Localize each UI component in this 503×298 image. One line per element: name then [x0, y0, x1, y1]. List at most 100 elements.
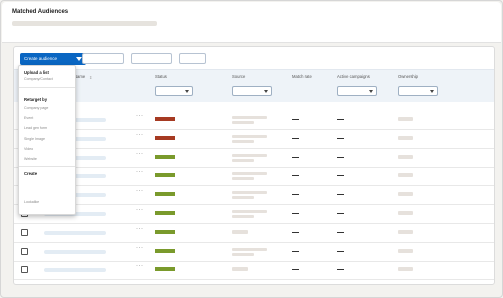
ownership-placeholder: [398, 192, 413, 197]
more-horizontal-icon[interactable]: ···: [136, 226, 144, 232]
ownership-placeholder: [398, 135, 413, 140]
audience-name-placeholder[interactable]: [44, 249, 106, 254]
menu-item-lead-gen-form[interactable]: Lead gen form: [24, 126, 47, 130]
chevron-down-icon: [264, 90, 268, 93]
source-filter-select[interactable]: [232, 86, 272, 96]
row-checkbox[interactable]: [21, 266, 28, 274]
source-placeholder: [232, 215, 254, 218]
sort-icon[interactable]: ⇕: [89, 75, 92, 80]
table-row[interactable]: ···: [14, 224, 494, 243]
table-row[interactable]: ···: [14, 149, 494, 168]
menu-item-video[interactable]: Video: [24, 147, 33, 151]
more-horizontal-icon[interactable]: ···: [136, 188, 144, 194]
match-rate-value: [292, 137, 299, 139]
table-row[interactable]: ···: [14, 205, 494, 224]
source-placeholder: [232, 139, 254, 143]
chevron-down-icon: [185, 90, 189, 93]
source-placeholder: [232, 267, 248, 272]
filter-field-2[interactable]: [179, 53, 206, 64]
ownership-placeholder: [398, 267, 413, 272]
table-header: Name ⇕ Status Source Match rate Active c…: [14, 69, 494, 102]
source-placeholder: [232, 134, 267, 138]
menu-item-company-page[interactable]: Company page: [24, 106, 48, 110]
status-indicator: [155, 192, 175, 197]
match-rate-value: [292, 175, 299, 177]
ownership-placeholder: [398, 211, 413, 215]
more-horizontal-icon[interactable]: ···: [136, 151, 144, 157]
source-placeholder: [232, 191, 267, 195]
match-rate-value: [292, 213, 299, 214]
more-horizontal-icon[interactable]: ···: [136, 169, 144, 175]
menu-item-lookalike[interactable]: Lookalike: [24, 200, 39, 204]
source-placeholder: [232, 196, 254, 200]
create-audience-label: Create audience: [24, 56, 58, 61]
ownership-placeholder: [398, 154, 413, 159]
app-frame: Matched Audiences Create audience Name ⇕…: [0, 0, 503, 298]
menu-heading-retarget: Retarget by: [24, 97, 48, 102]
create-audience-button[interactable]: Create audience: [20, 53, 86, 65]
source-placeholder: [232, 210, 267, 213]
table-row[interactable]: ···: [14, 167, 494, 187]
column-header-match-rate[interactable]: Match rate: [292, 74, 312, 79]
create-audience-dropdown: Upload a list Company/Contact Retarget b…: [18, 65, 76, 215]
ownership-placeholder: [398, 248, 413, 253]
status-indicator: [155, 211, 175, 215]
row-checkbox[interactable]: [21, 228, 28, 236]
menu-item-website[interactable]: Website: [24, 157, 37, 161]
match-rate-value: [292, 156, 299, 158]
source-placeholder: [232, 121, 254, 124]
row-checkbox[interactable]: [21, 247, 28, 255]
table-row[interactable]: ···: [14, 111, 494, 130]
column-header-source[interactable]: Source: [232, 74, 245, 79]
column-header-ownership[interactable]: Ownership: [398, 74, 418, 79]
active-campaigns-value: [337, 175, 344, 177]
source-placeholder: [232, 229, 248, 234]
source-placeholder: [232, 158, 254, 162]
source-placeholder: [232, 252, 254, 256]
source-placeholder: [232, 177, 254, 181]
campaigns-filter-select[interactable]: [337, 86, 377, 96]
status-indicator: [155, 248, 175, 253]
source-placeholder: [232, 116, 267, 119]
menu-item-event[interactable]: Event: [24, 116, 33, 120]
status-indicator: [155, 267, 175, 272]
active-campaigns-value: [337, 231, 344, 233]
more-horizontal-icon[interactable]: ···: [136, 113, 144, 119]
menu-divider: [19, 166, 75, 167]
audience-name-placeholder[interactable]: [44, 268, 106, 273]
filter-field-1[interactable]: [131, 53, 172, 64]
ownership-placeholder: [398, 229, 413, 234]
table-row[interactable]: ···: [14, 243, 494, 262]
status-filter-select[interactable]: [155, 86, 193, 96]
match-rate-value: [292, 269, 299, 271]
status-indicator: [155, 154, 175, 159]
page-subtitle-placeholder: [12, 21, 157, 26]
page-title: Matched Audiences: [12, 9, 69, 15]
source-placeholder: [232, 172, 267, 176]
active-campaigns-value: [337, 269, 344, 271]
table-row[interactable]: ···: [14, 261, 494, 281]
match-rate-value: [292, 231, 299, 233]
search-input[interactable]: [82, 53, 124, 64]
active-campaigns-value: [337, 194, 344, 196]
column-header-status[interactable]: Status: [155, 74, 167, 79]
more-horizontal-icon[interactable]: ···: [136, 245, 144, 251]
status-indicator: [155, 135, 175, 140]
table-row[interactable]: ···: [14, 130, 494, 149]
menu-divider: [19, 87, 75, 88]
more-horizontal-icon[interactable]: ···: [136, 263, 144, 269]
audience-name-placeholder[interactable]: [44, 230, 106, 235]
source-placeholder: [232, 247, 267, 251]
more-horizontal-icon[interactable]: ···: [136, 207, 144, 213]
status-indicator: [155, 173, 175, 178]
menu-item-company-contact[interactable]: Company/Contact: [24, 77, 53, 81]
table-row[interactable]: ···: [14, 186, 494, 206]
column-header-active-campaigns[interactable]: Active campaigns: [337, 74, 370, 79]
chevron-down-icon: [369, 90, 373, 93]
menu-heading-create: Create: [24, 171, 38, 176]
match-rate-value: [292, 119, 299, 120]
more-horizontal-icon[interactable]: ···: [136, 132, 144, 138]
ownership-filter-select[interactable]: [398, 86, 438, 96]
source-placeholder: [232, 153, 267, 157]
menu-item-single-image[interactable]: Single Image: [24, 137, 45, 141]
